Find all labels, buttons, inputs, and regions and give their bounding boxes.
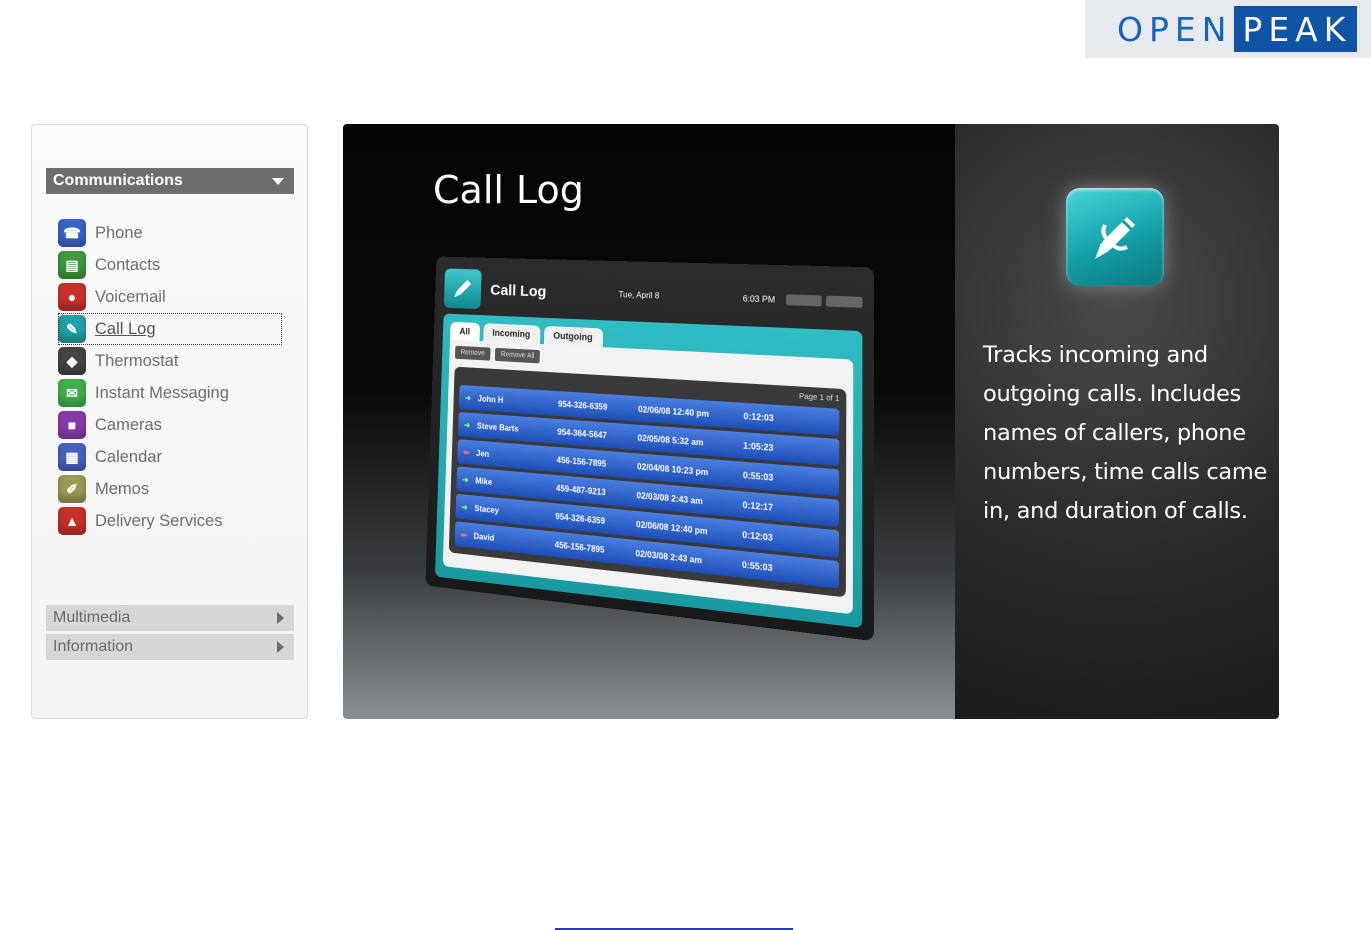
incoming-arrow-icon: ➜: [463, 419, 471, 430]
sidebar-item-instant-messaging[interactable]: ✉ Instant Messaging: [58, 377, 282, 409]
feature-screenshot-area: Call Log Call Log Tue, April 8 6:03 PM A…: [343, 124, 955, 719]
device-body: All Incoming Outgoing Remove Remove All …: [434, 313, 863, 629]
sidebar-item-label: Phone: [95, 223, 143, 242]
thermostat-icon: ◆: [58, 347, 86, 375]
call-log-icon: ✎: [58, 315, 86, 343]
row-number: 456-156-7895: [554, 539, 605, 555]
logo-peak-text: PEAK: [1234, 6, 1358, 52]
section-communications-label: Communications: [53, 172, 183, 189]
row-number: 954-364-5647: [557, 426, 607, 440]
contacts-icon: ▤: [58, 251, 86, 279]
row-number: 954-326-6359: [557, 398, 608, 412]
voicemail-icon: ●: [58, 283, 86, 311]
row-duration: 0:12:03: [742, 529, 773, 543]
feature-description-area: Tracks incoming and outgoing calls. Incl…: [955, 124, 1279, 719]
row-duration: 0:12:17: [742, 499, 774, 513]
delivery-services-icon: ▲: [58, 507, 86, 535]
openpeak-logo: OPEN PEAK: [1085, 0, 1371, 58]
instant-messaging-icon: ✉: [58, 379, 86, 407]
row-name: Mike: [475, 475, 493, 487]
feature-panel: Call Log Call Log Tue, April 8 6:03 PM A…: [343, 124, 1279, 719]
call-log-icon: [443, 268, 482, 310]
row-name: David: [473, 530, 495, 543]
sidebar-item-contacts[interactable]: ▤ Contacts: [58, 249, 282, 281]
row-date: 02/04/08 10:23 pm: [636, 461, 709, 477]
outgoing-arrow-icon: ⬅: [460, 529, 467, 540]
row-name: Steve Barts: [476, 420, 519, 434]
sidebar-item-call-log[interactable]: ✎ Call Log: [58, 313, 282, 345]
device-remove-button: Remove: [454, 345, 491, 361]
sidebar-item-label: Thermostat: [95, 351, 179, 370]
row-duration: 1:05:23: [743, 440, 774, 453]
row-name: Stacey: [474, 503, 500, 515]
row-name: John H: [477, 393, 504, 405]
incoming-arrow-icon: ➜: [462, 474, 469, 485]
row-name: Jen: [476, 448, 490, 459]
cameras-icon: ■: [58, 411, 86, 439]
memos-icon: ✐: [58, 475, 86, 503]
device-title: Call Log: [490, 281, 547, 301]
feature-title: Call Log: [433, 168, 584, 212]
sidebar-item-label: Delivery Services: [95, 511, 223, 530]
device-home-button: [826, 295, 863, 308]
chevron-right-icon: [277, 641, 284, 653]
communications-menu: ☎ Phone ▤ Contacts ● Voicemail ✎ Call Lo…: [58, 217, 282, 537]
device-phone-button: [785, 294, 822, 307]
device-time: 6:03 PM: [742, 293, 776, 305]
sidebar-item-label: Contacts: [95, 255, 161, 274]
chevron-down-icon: [272, 177, 284, 185]
sidebar-item-phone[interactable]: ☎ Phone: [58, 217, 282, 249]
logo-open-text: OPEN: [1117, 9, 1233, 49]
sidebar-item-voicemail[interactable]: ● Voicemail: [58, 281, 282, 313]
device-mockup: Call Log Tue, April 8 6:03 PM All Incomi…: [425, 254, 875, 642]
row-date: 02/03/08 2:43 am: [636, 490, 703, 506]
device-date: Tue, April 8: [618, 289, 660, 301]
device-screen: Call Log Tue, April 8 6:03 PM All Incomi…: [425, 256, 875, 642]
sidebar-item-memos[interactable]: ✐ Memos: [58, 473, 282, 505]
call-log-icon: [1066, 188, 1164, 286]
device-tab-outgoing: Outgoing: [543, 325, 603, 348]
sidebar-item-label: Cameras: [95, 415, 162, 434]
sidebar-item-label: Voicemail: [95, 287, 166, 306]
section-information-label: Information: [53, 638, 134, 655]
sidebar-item-thermostat[interactable]: ◆ Thermostat: [58, 345, 282, 377]
section-multimedia[interactable]: Multimedia: [46, 605, 294, 631]
sidebar-item-label: Calendar: [95, 447, 162, 466]
sidebar-item-label: Call Log: [95, 319, 156, 338]
chevron-right-icon: [277, 612, 284, 624]
section-information[interactable]: Information: [46, 634, 294, 660]
calendar-icon: ▦: [58, 443, 86, 471]
sidebar-item-label: Memos: [95, 479, 150, 498]
device-tab-incoming: Incoming: [482, 323, 541, 344]
device-remove-all-button: Remove All: [494, 347, 541, 364]
row-date: 02/06/08 12:40 pm: [635, 519, 708, 536]
row-number: 954-326-6359: [555, 511, 606, 526]
phone-icon: ☎: [58, 219, 86, 247]
sidebar-item-calendar[interactable]: ▦ Calendar: [58, 441, 282, 473]
feature-description: Tracks incoming and outgoing calls. Incl…: [983, 342, 1268, 524]
row-number: 459-487-9213: [555, 482, 606, 497]
row-duration: 0:55:03: [742, 469, 774, 483]
row-duration: 0:12:03: [743, 410, 774, 423]
section-communications[interactable]: Communications: [46, 168, 294, 194]
row-date: 02/06/08 12:40 pm: [637, 404, 710, 419]
device-call-list: Page 1 of 1 ➜ John H 954-326-6359 02/06/08 …: [448, 366, 847, 598]
row-number: 456-156-7895: [556, 454, 607, 469]
device-rows: ➜ John H 954-326-6359 02/06/08 12:40 pm 0:12…: [454, 384, 840, 589]
device-panel: Remove Remove All Page 1 of 1 ➜ John H 954…: [442, 339, 854, 615]
device-tab-all: All: [450, 321, 480, 341]
row-duration: 0:55:03: [741, 559, 773, 573]
incoming-arrow-icon: ➜: [461, 501, 468, 512]
section-multimedia-label: Multimedia: [53, 609, 131, 626]
sidebar-item-delivery-services[interactable]: ▲ Delivery Services: [58, 505, 282, 537]
incoming-arrow-icon: ➜: [464, 392, 472, 403]
sidebar: Communications ☎ Phone ▤ Contacts ● Voic…: [31, 124, 308, 719]
row-date: 02/05/08 5:32 am: [637, 432, 704, 448]
sidebar-item-label: Instant Messaging: [95, 383, 229, 402]
outgoing-arrow-icon: ⬅: [462, 447, 470, 457]
row-date: 02/03/08 2:43 am: [635, 548, 703, 566]
sidebar-item-cameras[interactable]: ■ Cameras: [58, 409, 282, 441]
